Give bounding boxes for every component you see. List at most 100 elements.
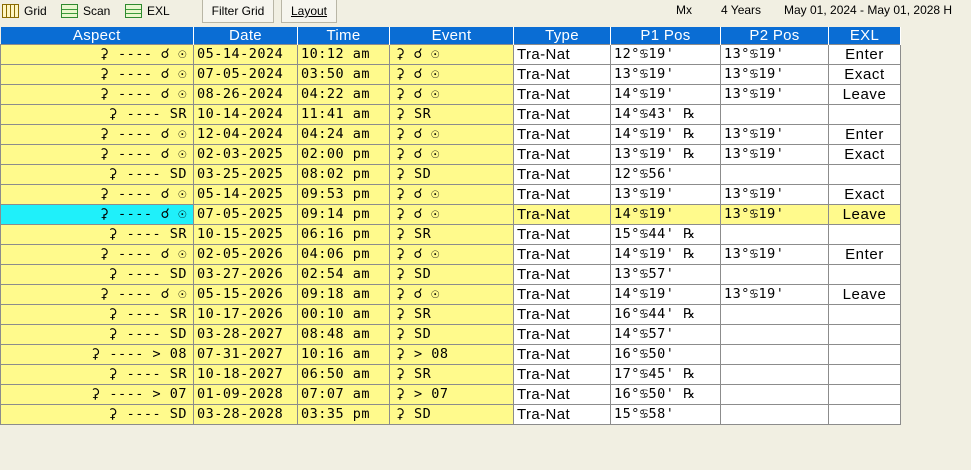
col-header-p2-pos[interactable]: P2 Pos	[720, 27, 829, 45]
cell-type[interactable]: Tra-Nat	[513, 284, 611, 305]
cell-aspect[interactable]: ⚳ ---- ☌ ☉	[0, 184, 194, 205]
cell-aspect[interactable]: ⚳ ---- ☌ ☉	[0, 144, 194, 165]
table-row[interactable]: ⚳ ---- SD 03-28-2027 08:48 am ⚳ SD Tra-Nat 14…	[0, 324, 901, 345]
cell-exl[interactable]: Leave	[828, 284, 901, 305]
cell-p2[interactable]: 13°♋19'	[720, 124, 829, 145]
cell-event[interactable]: ⚳ SR	[389, 364, 514, 385]
cell-event[interactable]: ⚳ ☌ ☉	[389, 124, 514, 145]
cell-time[interactable]: 10:16 am	[297, 344, 390, 365]
table-row[interactable]: ⚳ ---- SR 10-14-2024 11:41 am ⚳ SR Tra-Nat 14…	[0, 104, 901, 125]
cell-type[interactable]: Tra-Nat	[513, 384, 611, 405]
cell-exl[interactable]: Enter	[828, 44, 901, 65]
cell-time[interactable]: 03:35 pm	[297, 404, 390, 425]
cell-type[interactable]: Tra-Nat	[513, 124, 611, 145]
cell-exl[interactable]: Exact	[828, 144, 901, 165]
cell-p1[interactable]: 14°♋43' ℞	[610, 104, 721, 125]
col-header-type[interactable]: Type	[513, 27, 611, 45]
cell-p2[interactable]: 13°♋19'	[720, 64, 829, 85]
cell-type[interactable]: Tra-Nat	[513, 364, 611, 385]
cell-time[interactable]: 07:07 am	[297, 384, 390, 405]
cell-date[interactable]: 03-28-2027	[193, 324, 298, 345]
table-row[interactable]: ⚳ ---- SR 10-17-2026 00:10 am ⚳ SR Tra-Nat 16…	[0, 304, 901, 325]
cell-type[interactable]: Tra-Nat	[513, 404, 611, 425]
table-row[interactable]: ⚳ ---- ☌ ☉ 02-03-2025 02:00 pm ⚳ ☌ ☉ Tra-Nat…	[0, 144, 901, 165]
table-row[interactable]: ⚳ ---- ☌ ☉ 02-05-2026 04:06 pm ⚳ ☌ ☉ Tra-Nat…	[0, 244, 901, 265]
cell-p1[interactable]: 17°♋45' ℞	[610, 364, 721, 385]
cell-type[interactable]: Tra-Nat	[513, 224, 611, 245]
cell-date[interactable]: 07-31-2027	[193, 344, 298, 365]
cell-type[interactable]: Tra-Nat	[513, 264, 611, 285]
cell-type[interactable]: Tra-Nat	[513, 64, 611, 85]
cell-aspect[interactable]: ⚳ ---- ☌ ☉	[0, 284, 194, 305]
cell-exl[interactable]: Exact	[828, 64, 901, 85]
cell-exl[interactable]: Exact	[828, 184, 901, 205]
cell-event[interactable]: ⚳ ☌ ☉	[389, 204, 514, 225]
cell-event[interactable]: ⚳ SD	[389, 264, 514, 285]
cell-exl[interactable]	[828, 224, 901, 245]
layout-button[interactable]: Layout	[281, 0, 337, 23]
cell-event[interactable]: ⚳ SD	[389, 404, 514, 425]
cell-p2[interactable]: 13°♋19'	[720, 244, 829, 265]
cell-date[interactable]: 05-14-2024	[193, 44, 298, 65]
cell-date[interactable]: 03-27-2026	[193, 264, 298, 285]
cell-p1[interactable]: 16°♋44' ℞	[610, 304, 721, 325]
cell-p2[interactable]: 13°♋19'	[720, 44, 829, 65]
cell-date[interactable]: 03-28-2028	[193, 404, 298, 425]
table-row[interactable]: ⚳ ---- SR 10-18-2027 06:50 am ⚳ SR Tra-Nat 17…	[0, 364, 901, 385]
cell-date[interactable]: 07-05-2025	[193, 204, 298, 225]
cell-time[interactable]: 02:00 pm	[297, 144, 390, 165]
grid-button[interactable]: Grid	[2, 0, 47, 21]
cell-time[interactable]: 08:48 am	[297, 324, 390, 345]
cell-type[interactable]: Tra-Nat	[513, 144, 611, 165]
cell-exl[interactable]: Leave	[828, 204, 901, 225]
cell-p1[interactable]: 12°♋56'	[610, 164, 721, 185]
col-header-event[interactable]: Event	[389, 27, 514, 45]
cell-p1[interactable]: 15°♋58'	[610, 404, 721, 425]
cell-p1[interactable]: 14°♋19'	[610, 204, 721, 225]
cell-p2[interactable]: 13°♋19'	[720, 284, 829, 305]
cell-exl[interactable]	[828, 404, 901, 425]
cell-p2[interactable]	[720, 164, 829, 185]
cell-date[interactable]: 07-05-2024	[193, 64, 298, 85]
cell-exl[interactable]	[828, 344, 901, 365]
cell-event[interactable]: ⚳ ☌ ☉	[389, 84, 514, 105]
cell-p2[interactable]	[720, 104, 829, 125]
cell-exl[interactable]: Leave	[828, 84, 901, 105]
col-header-date[interactable]: Date	[193, 27, 298, 45]
cell-type[interactable]: Tra-Nat	[513, 184, 611, 205]
cell-p2[interactable]	[720, 304, 829, 325]
cell-time[interactable]: 06:50 am	[297, 364, 390, 385]
cell-exl[interactable]	[828, 364, 901, 385]
cell-time[interactable]: 04:22 am	[297, 84, 390, 105]
cell-aspect[interactable]: ⚳ ---- SD	[0, 404, 194, 425]
scan-button[interactable]: Scan	[61, 0, 110, 21]
cell-event[interactable]: ⚳ SR	[389, 304, 514, 325]
cell-time[interactable]: 09:53 pm	[297, 184, 390, 205]
cell-type[interactable]: Tra-Nat	[513, 204, 611, 225]
cell-p1[interactable]: 13°♋19' ℞	[610, 144, 721, 165]
cell-event[interactable]: ⚳ ☌ ☉	[389, 284, 514, 305]
cell-exl[interactable]: Enter	[828, 244, 901, 265]
table-row[interactable]: ⚳ ---- SD 03-28-2028 03:35 pm ⚳ SD Tra-Nat 15…	[0, 404, 901, 425]
cell-p1[interactable]: 12°♋19'	[610, 44, 721, 65]
cell-event[interactable]: ⚳ SD	[389, 324, 514, 345]
exl-button[interactable]: EXL	[125, 0, 170, 21]
cell-type[interactable]: Tra-Nat	[513, 304, 611, 325]
cell-type[interactable]: Tra-Nat	[513, 324, 611, 345]
cell-p2[interactable]	[720, 344, 829, 365]
cell-event[interactable]: ⚳ > 08	[389, 344, 514, 365]
cell-p1[interactable]: 16°♋50'	[610, 344, 721, 365]
cell-exl[interactable]	[828, 264, 901, 285]
cell-type[interactable]: Tra-Nat	[513, 104, 611, 125]
col-header-exl[interactable]: EXL	[828, 27, 901, 45]
cell-type[interactable]: Tra-Nat	[513, 164, 611, 185]
cell-exl[interactable]	[828, 324, 901, 345]
cell-p2[interactable]	[720, 404, 829, 425]
cell-time[interactable]: 03:50 am	[297, 64, 390, 85]
cell-aspect[interactable]: ⚳ ---- SR	[0, 364, 194, 385]
cell-p2[interactable]: 13°♋19'	[720, 184, 829, 205]
cell-date[interactable]: 02-03-2025	[193, 144, 298, 165]
cell-aspect[interactable]: ⚳ ---- SD	[0, 324, 194, 345]
cell-exl[interactable]	[828, 104, 901, 125]
cell-time[interactable]: 09:18 am	[297, 284, 390, 305]
